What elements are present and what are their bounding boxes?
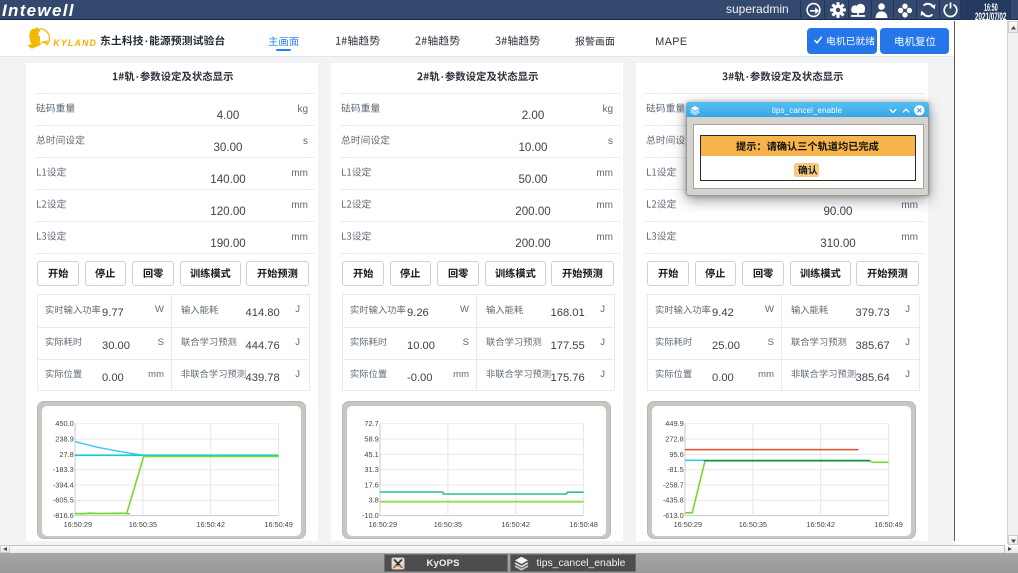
svg-text:16:50:48: 16:50:48 — [569, 520, 597, 529]
svg-text:-613.0: -613.0 — [663, 511, 684, 520]
svg-text:-258.7: -258.7 — [663, 480, 684, 489]
svg-text:-183.3: -183.3 — [53, 465, 74, 474]
svg-text:450.0: 450.0 — [55, 419, 74, 428]
svg-text:272.8: 272.8 — [665, 434, 684, 443]
svg-text:27.8: 27.8 — [59, 450, 73, 459]
svg-text:16:50:35: 16:50:35 — [738, 520, 766, 529]
svg-text:17.6: 17.6 — [364, 480, 378, 489]
svg-text:95.6: 95.6 — [669, 450, 683, 459]
svg-text:16:50:35: 16:50:35 — [128, 520, 156, 529]
svg-text:-394.4: -394.4 — [53, 480, 74, 489]
svg-text:31.3: 31.3 — [364, 465, 378, 474]
svg-text:-605.5: -605.5 — [53, 496, 74, 505]
svg-text:16:50:42: 16:50:42 — [196, 520, 224, 529]
svg-text:238.9: 238.9 — [55, 434, 74, 443]
svg-text:72.7: 72.7 — [364, 419, 378, 428]
svg-text:58.9: 58.9 — [364, 434, 378, 443]
svg-text:16:50:29: 16:50:29 — [63, 520, 91, 529]
svg-text:-816.6: -816.6 — [53, 511, 74, 520]
svg-text:3.8: 3.8 — [368, 496, 378, 505]
svg-text:16:50:29: 16:50:29 — [368, 520, 396, 529]
svg-text:-10.0: -10.0 — [362, 511, 379, 520]
svg-text:16:50:49: 16:50:49 — [874, 520, 902, 529]
svg-text:16:50:35: 16:50:35 — [433, 520, 461, 529]
svg-text:-81.5: -81.5 — [667, 465, 684, 474]
svg-text:-435.8: -435.8 — [663, 496, 684, 505]
svg-text:449.9: 449.9 — [665, 419, 684, 428]
svg-text:16:50:42: 16:50:42 — [501, 520, 529, 529]
svg-text:45.1: 45.1 — [364, 450, 378, 459]
svg-text:16:50:29: 16:50:29 — [673, 520, 701, 529]
svg-text:16:50:42: 16:50:42 — [806, 520, 834, 529]
svg-text:16:50:49: 16:50:49 — [264, 520, 292, 529]
